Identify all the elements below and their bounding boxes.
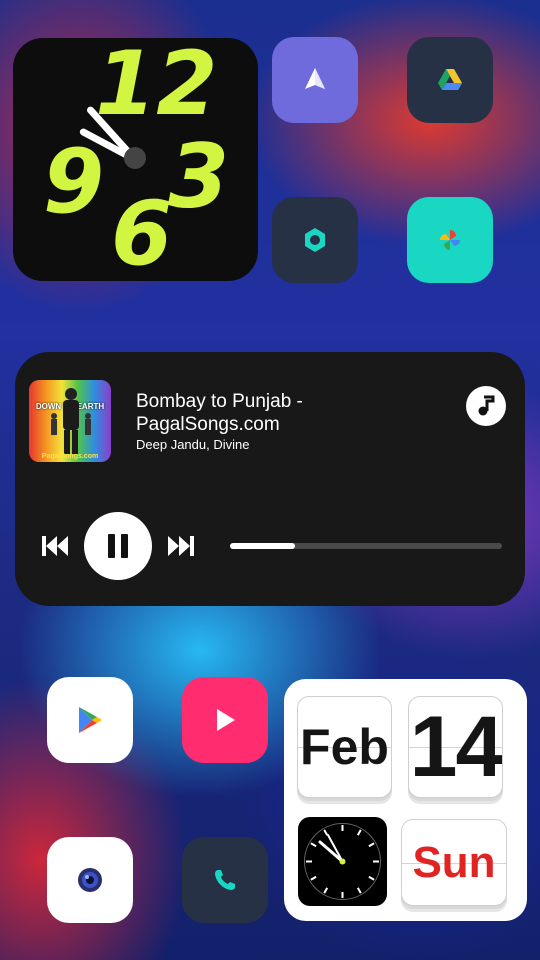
phone-app-icon[interactable] xyxy=(182,837,268,923)
song-artist: Deep Jandu, Divine xyxy=(136,437,250,452)
analog-clock-face-icon xyxy=(304,823,381,900)
day-card: 14 xyxy=(408,696,503,798)
paper-plane-app-icon[interactable] xyxy=(272,37,358,123)
album-art[interactable]: DOWN TO EARTH PagalSongs.com xyxy=(29,380,111,462)
calendar-day: 14 xyxy=(409,698,502,795)
clock-numeral-12: 12 xyxy=(95,38,218,135)
photos-app-icon[interactable] xyxy=(407,197,493,283)
clock-center-dot xyxy=(124,147,146,169)
music-player-widget: DOWN TO EARTH PagalSongs.com Bombay to P… xyxy=(15,352,525,606)
skip-previous-button[interactable] xyxy=(39,530,71,562)
pause-button[interactable] xyxy=(84,512,152,580)
clock-numeral-6: 6 xyxy=(111,182,173,281)
calendar-month: Feb xyxy=(300,719,389,775)
settings-app-icon[interactable] xyxy=(272,197,358,283)
calendar-widget[interactable]: Feb 14 Sun xyxy=(284,679,527,921)
pause-icon xyxy=(108,534,128,558)
weekday-card: Sun xyxy=(401,819,507,906)
drive-app-icon[interactable] xyxy=(407,37,493,123)
month-card: Feb xyxy=(297,696,392,798)
skip-next-button[interactable] xyxy=(165,530,197,562)
skip-previous-icon xyxy=(42,536,68,556)
clock-widget[interactable]: 12 9 6 3 xyxy=(13,38,258,281)
song-title: Bombay to Punjab - PagalSongs.com xyxy=(136,391,303,435)
play-store-app-icon[interactable] xyxy=(47,677,133,763)
analog-clock-card xyxy=(298,817,387,906)
video-app-icon[interactable] xyxy=(182,677,268,763)
music-note-button[interactable] xyxy=(466,386,506,426)
clock-numeral-9: 9 xyxy=(43,130,105,233)
playback-progress-fill xyxy=(230,543,296,549)
clock-numeral-3: 3 xyxy=(168,125,230,228)
album-figures xyxy=(51,388,91,454)
music-note-icon xyxy=(478,395,495,416)
album-art-footer: PagalSongs.com xyxy=(41,453,99,460)
camera-app-icon[interactable] xyxy=(47,837,133,923)
calendar-weekday: Sun xyxy=(412,837,496,887)
playback-progress-bar[interactable] xyxy=(230,543,502,549)
skip-next-icon xyxy=(168,536,194,556)
